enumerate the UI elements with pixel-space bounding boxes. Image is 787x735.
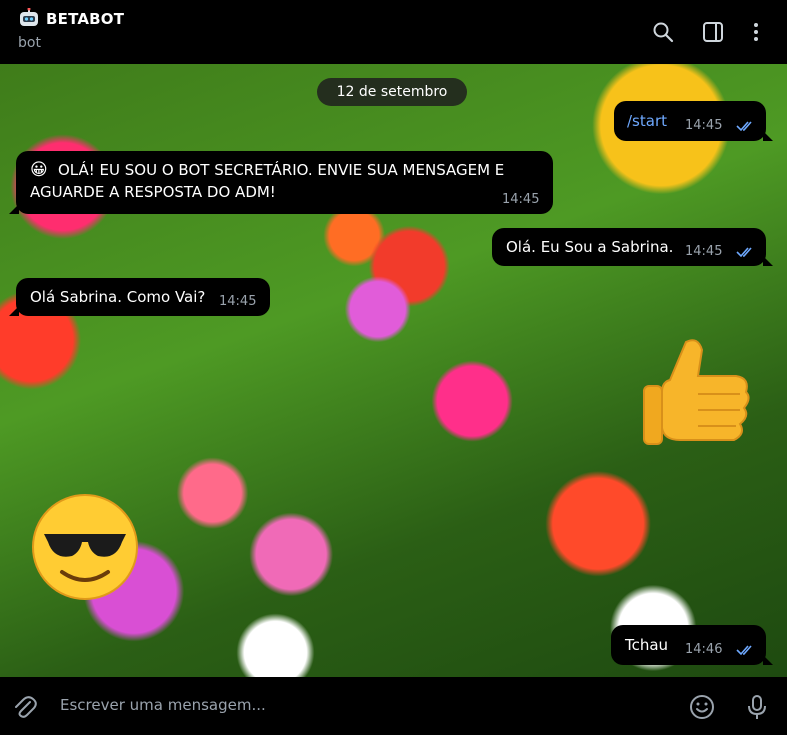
microphone-icon[interactable] [744,694,770,720]
attach-icon[interactable] [12,694,38,720]
message-text[interactable]: Olá. Eu Sou a Sabrina. [506,238,673,256]
more-vertical-icon[interactable] [744,20,768,44]
double-check-icon [736,121,752,132]
message-composer: Escrever uma mensagem... [0,677,787,735]
message-time: 14:45 [685,118,723,133]
message-time: 14:46 [685,642,723,657]
date-separator: 12 de setembro [317,78,467,106]
message-text-line-1[interactable]: OLÁ! EU SOU O BOT SECRETÁRIO. ENVIE SUA … [58,161,504,179]
emoji-icon[interactable] [689,694,715,720]
message-bubble-outgoing[interactable]: Olá. Eu Sou a Sabrina. 14:45 [492,228,773,266]
chat-header: BETABOT bot [0,0,787,64]
message-bubble-outgoing[interactable]: Tchau 14:46 [611,625,773,665]
sunglasses-face-sticker[interactable] [30,492,140,602]
message-time: 14:45 [502,192,540,207]
double-check-icon [736,645,752,656]
chat-title[interactable]: BETABOT [46,10,124,28]
message-text[interactable]: Olá Sabrina. Como Vai? [30,288,205,306]
chat-area[interactable]: 12 de setembro /start 14:45 😀 OLÁ! EU SO… [0,64,787,677]
message-bubble-incoming[interactable]: Olá Sabrina. Como Vai? 14:45 [9,278,270,316]
message-text[interactable]: Tchau [625,636,668,654]
thumbs-up-sticker[interactable] [640,336,752,452]
message-text-line-2[interactable]: AGUARDE A RESPOSTA DO ADM! [30,183,276,201]
message-bubble-incoming[interactable]: 😀 OLÁ! EU SOU O BOT SECRETÁRIO. ENVIE SU… [9,151,553,214]
message-input[interactable]: Escrever uma mensagem... [60,696,266,714]
sidebar-toggle-icon[interactable] [701,20,725,44]
message-text[interactable]: /start [627,112,667,130]
message-time: 14:45 [685,244,723,259]
search-icon[interactable] [651,20,675,44]
message-time: 14:45 [219,294,257,309]
message-bubble-outgoing[interactable]: /start 14:45 [614,101,773,141]
chat-subtitle: bot [18,35,41,51]
bot-avatar-icon [20,8,38,26]
double-check-icon [736,247,752,258]
grinning-face-emoji: 😀 [30,160,48,180]
